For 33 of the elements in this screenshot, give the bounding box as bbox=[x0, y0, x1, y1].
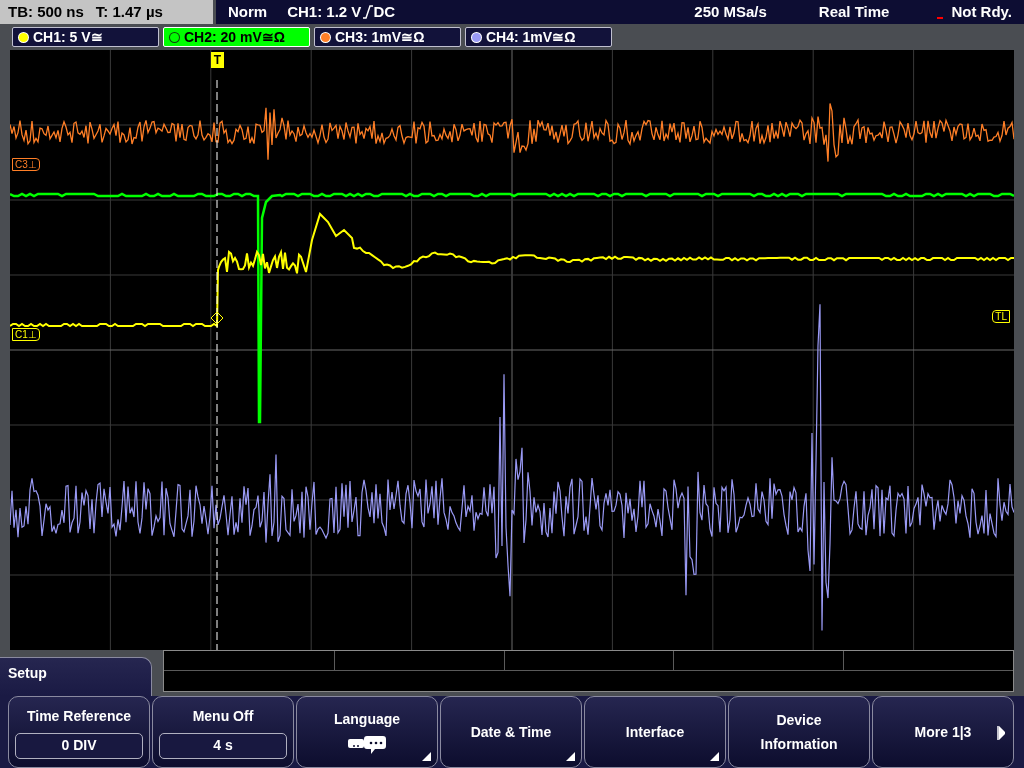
next-page-icon bbox=[997, 726, 1005, 740]
trigger-time-text: T: 1.47 µs bbox=[95, 1, 163, 22]
sample-rate-text: 250 MSa/s bbox=[694, 1, 767, 22]
menu-button[interactable]: Language bbox=[296, 696, 438, 768]
speech-bubbles-icon bbox=[347, 733, 387, 756]
trigger-level-text: CH1: 1.2 V bbox=[287, 1, 362, 22]
trigger-mode-text: Norm bbox=[228, 1, 268, 22]
acquisition-mode-text: Real Time bbox=[818, 1, 890, 22]
channel-tab[interactable]: CH1: 5 V≅ bbox=[12, 27, 159, 47]
status-indicator-icon bbox=[937, 17, 944, 19]
status-text: Not Rdy. bbox=[951, 1, 1012, 22]
channel-marker: C3⊥ bbox=[12, 158, 40, 171]
button-label: Time Reference bbox=[27, 706, 131, 726]
channel-marker: TL bbox=[992, 310, 1010, 323]
value-field[interactable]: 4 s bbox=[159, 732, 287, 759]
menu-button[interactable]: Device Information bbox=[728, 696, 870, 768]
menu-button[interactable]: Interface bbox=[584, 696, 726, 768]
menu-button[interactable]: Time Reference 0 DIV bbox=[8, 696, 150, 768]
rising-edge-icon bbox=[363, 5, 374, 19]
menu-button[interactable]: Menu Off 4 s bbox=[152, 696, 294, 768]
trigger-coupling-text: DC bbox=[373, 1, 396, 22]
button-label: Menu Off bbox=[192, 706, 254, 726]
channel-marker: C1⊥ bbox=[12, 328, 40, 341]
value-field[interactable]: 0 DIV bbox=[15, 732, 143, 759]
channel-tab[interactable]: CH2: 20 mV≅Ω bbox=[163, 27, 310, 47]
button-label: Language bbox=[333, 709, 401, 729]
trigger-marker: T bbox=[211, 52, 224, 68]
menu-button[interactable]: More 1|3 bbox=[872, 696, 1014, 768]
channel-tab[interactable]: CH3: 1mV≅Ω bbox=[314, 27, 461, 47]
trigger-point-icon bbox=[210, 311, 224, 325]
menu-button[interactable]: Date & Time bbox=[440, 696, 582, 768]
channel-tab[interactable]: CH4: 1mV≅Ω bbox=[465, 27, 612, 47]
timebase-text: TB: 500 ns bbox=[8, 1, 84, 22]
